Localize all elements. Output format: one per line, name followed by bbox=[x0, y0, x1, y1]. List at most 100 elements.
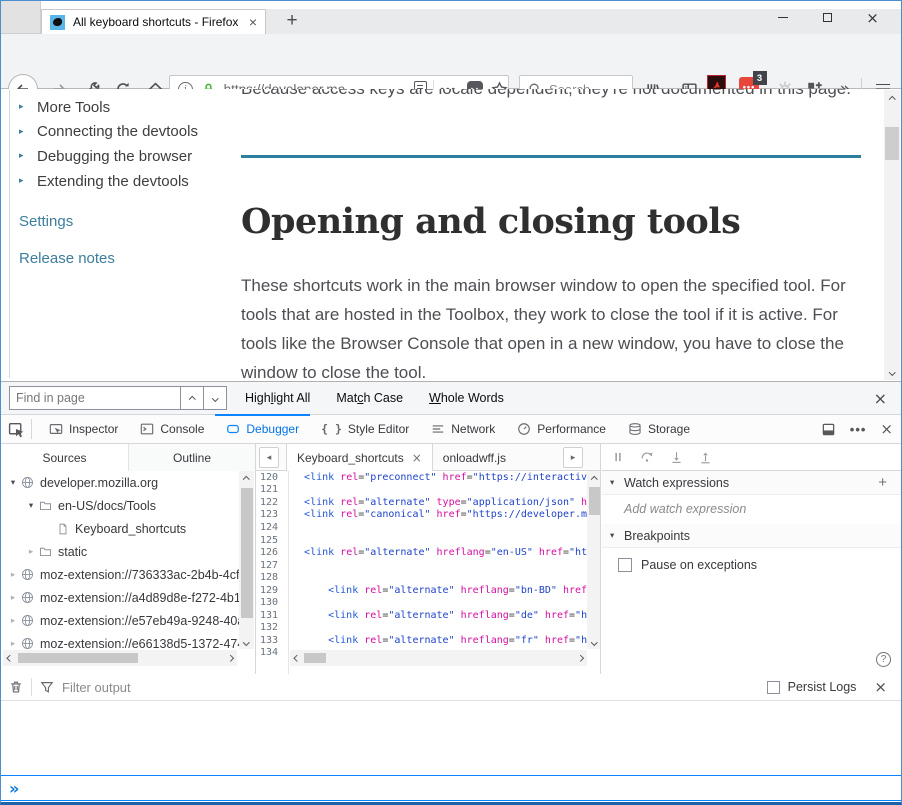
devtools-tab-console[interactable]: Console bbox=[129, 415, 215, 444]
line-number[interactable]: 127 bbox=[256, 560, 284, 571]
browser-tab[interactable]: All keyboard shortcuts - Firefox × bbox=[41, 9, 266, 34]
scroll-down-icon[interactable] bbox=[587, 635, 601, 649]
find-option-highlight-all[interactable]: Highlight All bbox=[245, 391, 310, 405]
source-tree-item[interactable]: ▸moz-extension://e57eb49a-9248-40a6 bbox=[1, 609, 239, 632]
editor-horizontal-scrollbar[interactable] bbox=[290, 650, 587, 666]
sidebar-item[interactable]: ▸Debugging the browser bbox=[19, 144, 234, 169]
pause-icon[interactable] bbox=[612, 451, 624, 463]
source-tree-item[interactable]: Keyboard_shortcuts bbox=[1, 517, 239, 540]
devtools-tab-storage[interactable]: Storage bbox=[617, 415, 701, 444]
code-line[interactable]: 124 bbox=[256, 521, 587, 534]
find-option-whole-words[interactable]: Whole Words bbox=[429, 391, 504, 405]
find-option-match-case[interactable]: Match Case bbox=[336, 391, 403, 405]
code-line[interactable]: 127 bbox=[256, 559, 587, 572]
source-code[interactable]: 120 <link rel="preconnect" href="https:/… bbox=[256, 471, 587, 674]
step-out-icon[interactable] bbox=[699, 451, 712, 464]
filter-output-placeholder[interactable]: Filter output bbox=[62, 680, 131, 695]
line-number[interactable]: 128 bbox=[256, 572, 284, 583]
tree-expander-icon[interactable]: ▸ bbox=[23, 547, 39, 557]
tab-sources[interactable]: Sources bbox=[1, 444, 128, 471]
tree-expander-icon[interactable]: ▾ bbox=[5, 478, 21, 488]
collapse-sources-icon[interactable]: ◂ bbox=[259, 447, 279, 468]
code-line[interactable]: 133 <link rel="alternate" hreflang="fr" … bbox=[256, 634, 587, 647]
line-number[interactable]: 130 bbox=[256, 597, 284, 608]
editor-tab-keyboard_shortcuts[interactable]: Keyboard_shortcuts× bbox=[286, 444, 433, 471]
tab-close-icon[interactable]: × bbox=[412, 451, 422, 465]
devtools-tab-style-editor[interactable]: { }Style Editor bbox=[310, 415, 420, 444]
sidebar-link-settings[interactable]: Settings bbox=[19, 213, 73, 230]
source-tree-item[interactable]: ▸static bbox=[1, 540, 239, 563]
line-number[interactable]: 125 bbox=[256, 535, 284, 546]
line-number[interactable]: 133 bbox=[256, 635, 284, 646]
devtools-tab-inspector[interactable]: Inspector bbox=[38, 415, 129, 444]
editor-vertical-scrollbar[interactable] bbox=[587, 471, 601, 649]
scroll-up-icon[interactable] bbox=[587, 471, 601, 485]
console-input-row[interactable]: » bbox=[1, 775, 901, 801]
line-number[interactable]: 131 bbox=[256, 610, 284, 621]
tab-close-icon[interactable]: × bbox=[249, 14, 257, 30]
dock-side-icon[interactable] bbox=[821, 422, 836, 437]
sources-horizontal-scrollbar[interactable] bbox=[3, 650, 237, 666]
code-line[interactable]: 126 <link rel="alternate" hreflang="en-U… bbox=[256, 546, 587, 559]
scroll-up-icon[interactable] bbox=[884, 90, 900, 106]
watch-placeholder[interactable]: Add watch expression bbox=[624, 502, 746, 516]
pause-on-exceptions-checkbox[interactable] bbox=[618, 558, 632, 572]
code-line[interactable]: 131 <link rel="alternate" hreflang="de" … bbox=[256, 609, 587, 622]
line-number[interactable]: 129 bbox=[256, 585, 284, 596]
help-icon[interactable]: ? bbox=[876, 652, 891, 667]
devtools-tab-network[interactable]: Network bbox=[420, 415, 506, 444]
source-tree-item[interactable]: ▸moz-extension://736333ac-2b4b-4cfc bbox=[1, 563, 239, 586]
find-next-button[interactable] bbox=[204, 386, 227, 410]
source-tree-item[interactable]: ▸moz-extension://e66138d5-1372-474a bbox=[1, 632, 239, 649]
window-close-button[interactable]: × bbox=[850, 5, 895, 31]
expand-triangle-icon[interactable]: ▸ bbox=[19, 127, 37, 137]
editor-tab-onloadwff.js[interactable]: onloadwff.js bbox=[433, 444, 516, 471]
sources-vertical-scrollbar[interactable] bbox=[239, 471, 254, 649]
scroll-right-icon[interactable] bbox=[573, 650, 587, 666]
scroll-right-icon[interactable] bbox=[223, 650, 237, 666]
tree-expander-icon[interactable]: ▸ bbox=[5, 593, 21, 603]
source-tree-item[interactable]: ▾developer.mozilla.org bbox=[1, 471, 239, 494]
find-close-icon[interactable]: × bbox=[874, 389, 887, 408]
watch-expressions-header[interactable]: ▾ Watch expressions + bbox=[602, 471, 901, 495]
source-tree-item[interactable]: ▸moz-extension://a4d89d8e-f272-4b1e bbox=[1, 586, 239, 609]
line-number[interactable]: 123 bbox=[256, 509, 284, 520]
code-line[interactable]: 132 bbox=[256, 622, 587, 635]
add-watch-icon[interactable]: + bbox=[878, 474, 887, 491]
expand-triangle-icon[interactable]: ▸ bbox=[19, 151, 37, 161]
scroll-down-icon[interactable] bbox=[239, 635, 254, 649]
devtools-menu-icon[interactable]: ••• bbox=[850, 422, 867, 437]
expand-triangle-icon[interactable]: ▸ bbox=[19, 102, 37, 112]
expand-panes-icon[interactable]: ▸ bbox=[563, 447, 583, 468]
tree-expander-icon[interactable]: ▸ bbox=[5, 639, 21, 649]
new-tab-button[interactable]: + bbox=[279, 9, 305, 34]
tree-expander-icon[interactable]: ▸ bbox=[5, 616, 21, 626]
code-line[interactable]: 125 bbox=[256, 534, 587, 547]
scroll-left-icon[interactable] bbox=[290, 650, 304, 666]
minimize-button[interactable] bbox=[760, 5, 805, 31]
persist-logs-checkbox[interactable] bbox=[767, 681, 780, 694]
expand-triangle-icon[interactable]: ▸ bbox=[19, 176, 37, 186]
node-picker-icon[interactable] bbox=[1, 415, 31, 444]
sidebar-item[interactable]: ▸More Tools bbox=[19, 95, 234, 120]
line-number[interactable]: 126 bbox=[256, 547, 284, 558]
step-in-icon[interactable] bbox=[670, 451, 683, 464]
devtools-close-icon[interactable]: × bbox=[880, 420, 893, 438]
line-number[interactable]: 120 bbox=[256, 472, 284, 483]
code-line[interactable]: 129 <link rel="alternate" hreflang="bn-B… bbox=[256, 584, 587, 597]
breakpoints-header[interactable]: ▾ Breakpoints bbox=[602, 524, 901, 548]
trash-icon[interactable] bbox=[1, 680, 31, 694]
code-line[interactable]: 120 <link rel="preconnect" href="https:/… bbox=[256, 471, 587, 484]
page-scrollbar[interactable] bbox=[884, 90, 900, 380]
scroll-up-icon[interactable] bbox=[239, 471, 254, 485]
code-line[interactable]: 130 bbox=[256, 596, 587, 609]
tree-expander-icon[interactable]: ▾ bbox=[23, 501, 39, 511]
line-number[interactable]: 122 bbox=[256, 497, 284, 508]
tree-expander-icon[interactable]: ▸ bbox=[5, 570, 21, 580]
find-input[interactable] bbox=[9, 386, 181, 410]
devtools-tab-debugger[interactable]: Debugger bbox=[215, 415, 310, 444]
tab-outline[interactable]: Outline bbox=[128, 444, 255, 471]
code-line[interactable]: 122 <link rel="alternate" type="applicat… bbox=[256, 496, 587, 509]
line-number[interactable]: 134 bbox=[256, 647, 284, 658]
code-line[interactable]: 128 bbox=[256, 571, 587, 584]
